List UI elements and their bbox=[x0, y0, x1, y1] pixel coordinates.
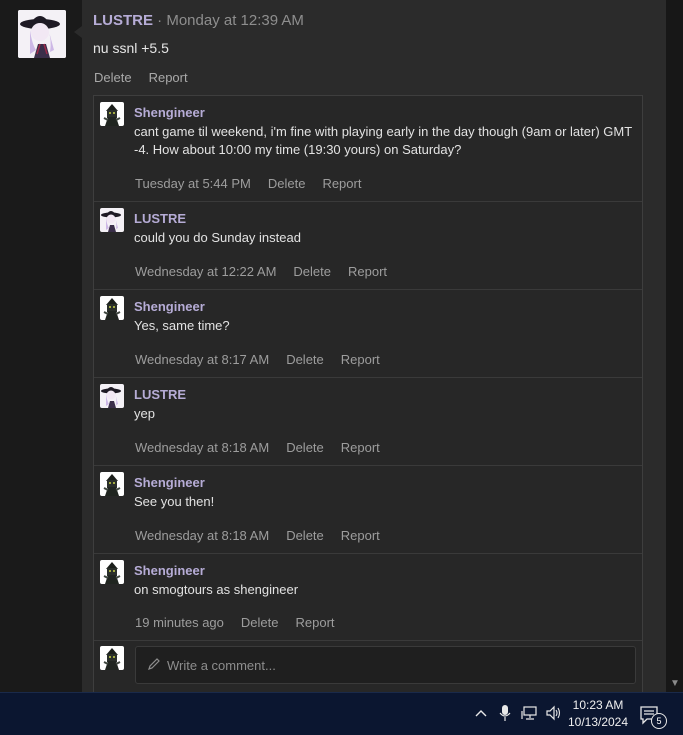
comment-avatar[interactable] bbox=[100, 560, 124, 584]
comment-input[interactable]: Write a comment... bbox=[135, 646, 636, 684]
system-clock[interactable]: 10:23 AM 10/13/2024 bbox=[562, 697, 634, 731]
left-panel bbox=[0, 0, 83, 692]
comment-avatar[interactable] bbox=[100, 472, 124, 496]
post-delete-link[interactable]: Delete bbox=[94, 70, 132, 85]
post-report-link[interactable]: Report bbox=[149, 70, 188, 85]
post-body: nu ssnl +5.5 bbox=[93, 40, 169, 56]
comment-report-link[interactable]: Report bbox=[341, 440, 380, 455]
volume-icon[interactable] bbox=[545, 705, 563, 721]
composer-avatar bbox=[100, 646, 124, 670]
comment-timestamp[interactable]: Wednesday at 8:17 AM bbox=[135, 352, 269, 367]
comment-actions: 19 minutes ago Delete Report bbox=[135, 615, 352, 630]
comment-avatar[interactable] bbox=[100, 296, 124, 320]
scroll-down-arrow-icon[interactable]: ▼ bbox=[670, 678, 680, 689]
comment-delete-link[interactable]: Delete bbox=[293, 264, 331, 279]
comment-item: LUSTRE yep Wednesday at 8:18 AM Delete Rep… bbox=[94, 378, 642, 466]
microphone-icon[interactable] bbox=[498, 704, 512, 722]
comment-text: yep bbox=[134, 406, 155, 421]
comment-author[interactable]: Shengineer bbox=[134, 475, 205, 490]
comment-delete-link[interactable]: Delete bbox=[286, 440, 324, 455]
comment-author[interactable]: Shengineer bbox=[134, 563, 205, 578]
comment-author[interactable]: Shengineer bbox=[134, 299, 205, 314]
comment-item: Shengineer See you then! Wednesday at 8:… bbox=[94, 466, 642, 554]
comment-actions: Wednesday at 8:18 AM Delete Report bbox=[135, 528, 397, 543]
comment-report-link[interactable]: Report bbox=[295, 615, 334, 630]
comment-timestamp[interactable]: 19 minutes ago bbox=[135, 615, 224, 630]
comment-item: Shengineer on smogtours as shengineer 19… bbox=[94, 554, 642, 641]
comment-timestamp[interactable]: Wednesday at 8:18 AM bbox=[135, 440, 269, 455]
comment-delete-link[interactable]: Delete bbox=[241, 615, 279, 630]
comment-avatar[interactable] bbox=[100, 384, 124, 408]
post-author[interactable]: LUSTRE bbox=[93, 12, 153, 29]
comment-author[interactable]: LUSTRE bbox=[134, 387, 186, 402]
comment-delete-link[interactable]: Delete bbox=[286, 528, 324, 543]
post-caret bbox=[74, 26, 82, 38]
comment-report-link[interactable]: Report bbox=[341, 528, 380, 543]
comment-actions: Tuesday at 5:44 PM Delete Report bbox=[135, 176, 378, 191]
comment-timestamp[interactable]: Wednesday at 8:18 AM bbox=[135, 528, 269, 543]
comment-report-link[interactable]: Report bbox=[322, 176, 361, 191]
comment-report-link[interactable]: Report bbox=[348, 264, 387, 279]
comment-actions: Wednesday at 12:22 AM Delete Report bbox=[135, 264, 404, 279]
comment-delete-link[interactable]: Delete bbox=[268, 176, 306, 191]
comment-timestamp[interactable]: Tuesday at 5:44 PM bbox=[135, 176, 251, 191]
clock-time: 10:23 AM bbox=[572, 698, 624, 712]
clock-date: 10/13/2024 bbox=[567, 715, 629, 729]
network-icon[interactable] bbox=[521, 705, 539, 721]
notification-count-badge: 5 bbox=[651, 713, 667, 729]
comment-text: could you do Sunday instead bbox=[134, 230, 301, 245]
chevron-up-icon[interactable] bbox=[474, 707, 488, 719]
windows-taskbar: 10:23 AM 10/13/2024 5 bbox=[0, 692, 683, 735]
comment-text: See you then! bbox=[134, 494, 215, 509]
post-author-avatar[interactable] bbox=[18, 10, 66, 58]
post-timestamp[interactable]: Monday at 12:39 AM bbox=[166, 12, 304, 29]
comment-text: on smogtours as shengineer bbox=[134, 582, 299, 597]
comment-item: Shengineer cant game til weekend, i'm fi… bbox=[94, 96, 642, 202]
comment-avatar[interactable] bbox=[100, 208, 124, 232]
comment-item: LUSTRE could you do Sunday instead Wedne… bbox=[94, 202, 642, 290]
comment-item: Shengineer Yes, same time? Wednesday at … bbox=[94, 290, 642, 378]
pencil-icon bbox=[148, 658, 160, 670]
comments-section: Shengineer cant game til weekend, i'm fi… bbox=[93, 95, 643, 692]
post-actions: Delete Report bbox=[94, 70, 205, 85]
comment-actions: Wednesday at 8:18 AM Delete Report bbox=[135, 440, 397, 455]
comment-text: Yes, same time? bbox=[134, 318, 230, 333]
comment-timestamp[interactable]: Wednesday at 12:22 AM bbox=[135, 264, 276, 279]
post-separator: · bbox=[153, 12, 167, 29]
comment-delete-link[interactable]: Delete bbox=[286, 352, 324, 367]
scrollbar[interactable]: ▼ bbox=[666, 0, 683, 692]
post-header: LUSTRE · Monday at 12:39 AM bbox=[93, 12, 304, 29]
comment-input-placeholder: Write a comment... bbox=[167, 658, 276, 673]
comment-author[interactable]: LUSTRE bbox=[134, 211, 186, 226]
comment-text: cant game til weekend, i'm fine with pla… bbox=[134, 124, 632, 157]
comment-actions: Wednesday at 8:17 AM Delete Report bbox=[135, 352, 397, 367]
comment-avatar[interactable] bbox=[100, 102, 124, 126]
comment-author[interactable]: Shengineer bbox=[134, 105, 205, 120]
comment-report-link[interactable]: Report bbox=[341, 352, 380, 367]
